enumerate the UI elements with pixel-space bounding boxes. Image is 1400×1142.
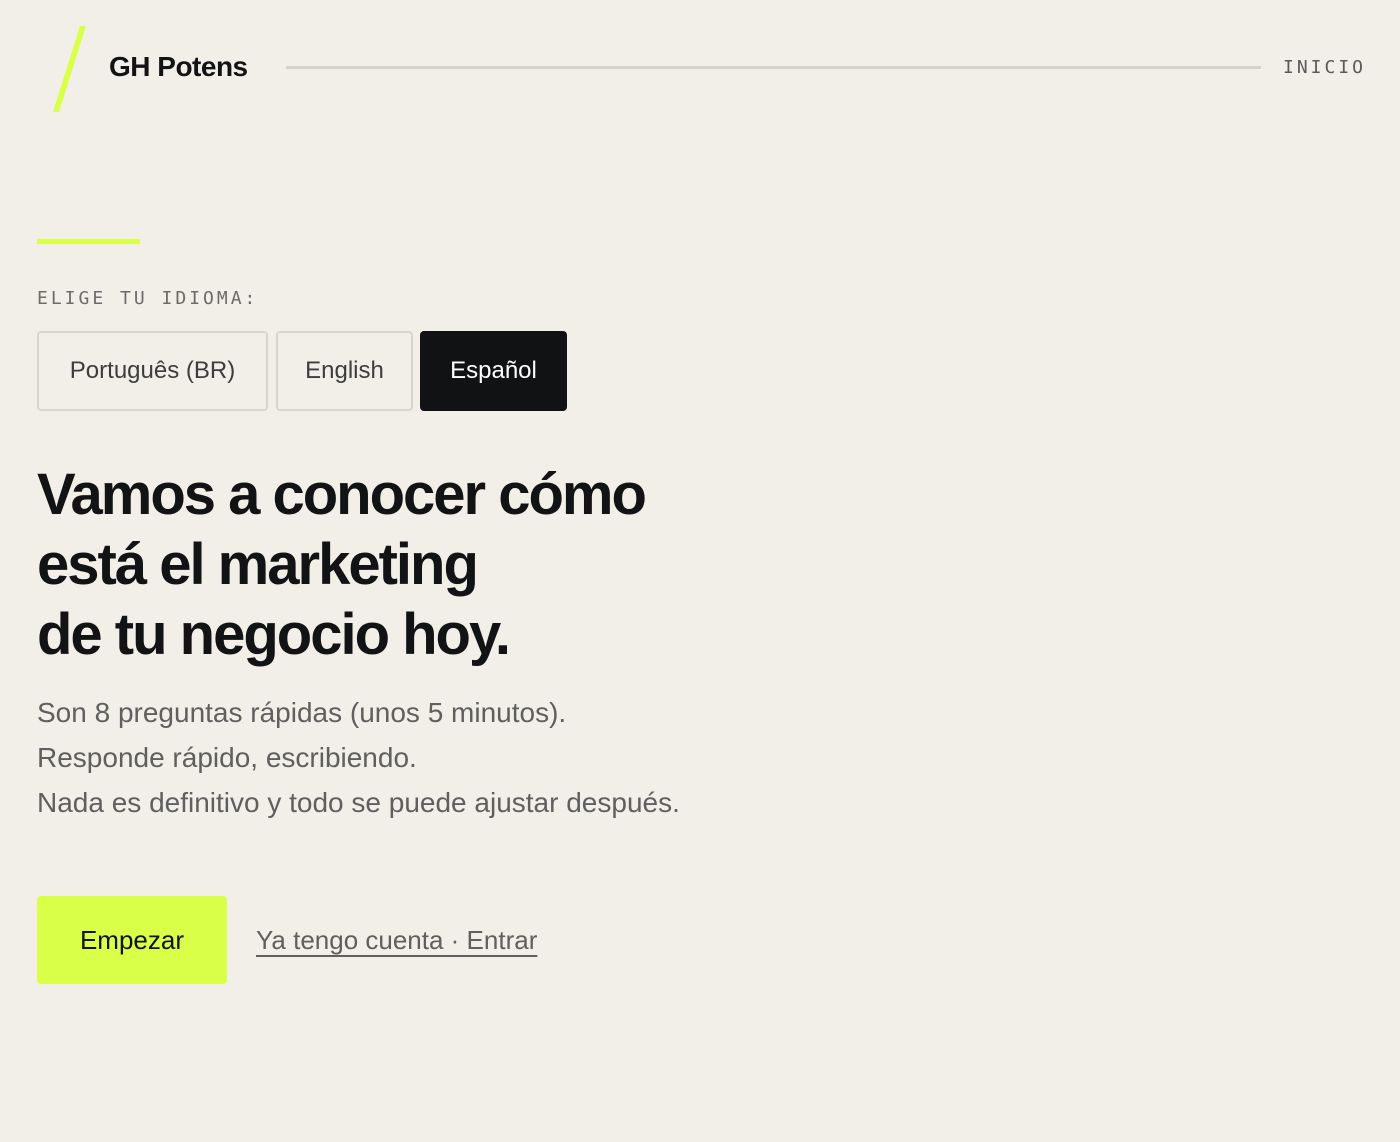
description-line: Son 8 preguntas rápidas (unos 5 minutos)… bbox=[37, 697, 567, 728]
start-button[interactable]: Empezar bbox=[37, 896, 227, 984]
login-link[interactable]: Ya tengo cuenta · Entrar bbox=[256, 924, 537, 956]
description-line: Nada es definitivo y todo se puede ajust… bbox=[37, 787, 680, 818]
language-option-spanish[interactable]: Español bbox=[420, 331, 567, 411]
nav-home-link[interactable]: INICIO bbox=[1283, 57, 1366, 79]
language-label: ELIGE TU IDIOMA: bbox=[37, 288, 259, 309]
brand-slash-logo-icon bbox=[53, 26, 86, 112]
hero-description: Son 8 preguntas rápidas (unos 5 minutos)… bbox=[37, 690, 937, 825]
page: GH Potens INICIO ELIGE TU IDIOMA: Portug… bbox=[0, 0, 1400, 1142]
headline-line: Vamos a conocer cómo bbox=[37, 462, 647, 527]
header-divider bbox=[286, 66, 1261, 69]
headline-line: está el marketing bbox=[37, 532, 479, 597]
language-option-portuguese[interactable]: Português (BR) bbox=[37, 331, 268, 411]
headline-line: de tu negocio hoy. bbox=[37, 602, 511, 667]
brand-name: GH Potens bbox=[109, 51, 248, 82]
language-option-english[interactable]: English bbox=[276, 331, 413, 411]
description-line: Responde rápido, escribiendo. bbox=[37, 742, 417, 773]
accent-bar bbox=[37, 239, 140, 244]
hero-headline: Vamos a conocer cómo está el marketing d… bbox=[37, 460, 797, 670]
